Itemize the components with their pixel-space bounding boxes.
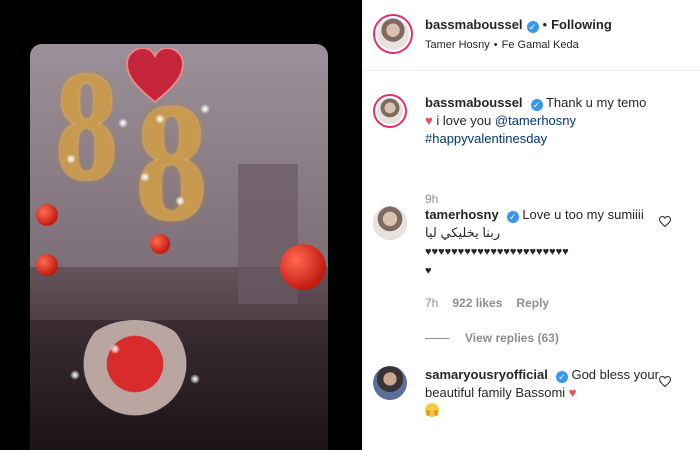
comment-text-part: Love u too my sumiiii [522,207,644,222]
post-media[interactable]: 8 8 [0,0,362,450]
comment-text-part: i love you [436,113,492,128]
commenter-avatar[interactable] [373,206,407,240]
verified-badge-icon: ✓ [526,21,539,33]
separator-dot: • [542,17,548,32]
heart-outline-icon[interactable] [659,216,671,227]
red-heart-emoji-icon: ♥ [425,113,433,128]
black-heart-emoji: ♥ [425,265,432,277]
comment-text: tamerhosny ✓ Love u too my sumiiii ربنا ي… [425,206,661,280]
sparkle [155,114,165,124]
sparkle [110,344,120,354]
author-avatar[interactable] [373,14,413,54]
hands-over-face-emoji-icon [425,403,439,417]
red-heart-emoji-icon: ♥ [568,385,577,400]
comment-text-part: Thank u my temo [545,95,647,110]
author-line: bassmaboussel ✓ • Following [425,17,612,33]
red-balloon-small [36,254,58,276]
black-hearts-emoji: ♥♥♥♥♥♥♥♥♥♥♥♥♥♥♥♥♥♥♥♥♥♥ [425,246,569,258]
red-balloon [280,244,326,290]
comment-time[interactable]: 7h [425,296,438,310]
heart-outline-icon[interactable] [659,376,671,387]
post-sidebar: bassmaboussel ✓ • Following Tamer Hosny • Fe … [362,0,700,450]
replies-divider [425,338,449,340]
sparkle [70,370,80,380]
sparkle [190,374,200,384]
gold-balloon-number-left: 8 [55,48,118,212]
comment-meta: 7h 922 likes Reply [425,296,563,310]
commenter-avatar[interactable] [373,366,407,400]
mention-link[interactable]: @tamerhosny [495,113,576,128]
comment-time[interactable]: 9h [425,192,438,206]
verified-badge-icon: ✓ [530,99,543,111]
comment-text: samaryousryofficial ✓ God bless your beau… [425,366,661,420]
hashtag-link[interactable]: #happyvalentinesday [425,131,547,146]
audio-track[interactable]: Fe Gamal Keda [502,39,579,51]
comments-list[interactable]: bassmaboussel ✓ Thank u my temo ♥ i love … [363,72,700,450]
verified-badge-icon: ✓ [555,371,568,383]
comment-meta: 9h [425,192,452,206]
red-heart-balloon [125,48,185,104]
comment-username[interactable]: bassmaboussel [425,95,523,110]
audio-line[interactable]: Tamer Hosny • Fe Gamal Keda [425,39,579,51]
audio-artist[interactable]: Tamer Hosny [425,39,490,51]
post-header: bassmaboussel ✓ • Following Tamer Hosny • Fe … [363,0,700,71]
separator-dot: • [493,39,498,51]
comment-username[interactable]: samaryousryofficial [425,367,548,382]
view-replies[interactable]: View replies (63) [425,331,559,345]
comment-likes[interactable]: 922 likes [452,296,502,310]
video-frame[interactable]: 8 8 [30,44,328,450]
sparkle [200,104,210,114]
red-balloon-small [36,204,58,226]
comment-text-arabic: ربنا يخليكي ليا [425,225,501,240]
sparkle [66,154,76,164]
red-balloon-small [150,234,170,254]
author-username[interactable]: bassmaboussel [425,17,523,32]
sparkle [140,172,150,182]
sparkle [175,196,185,206]
view-replies-label[interactable]: View replies (63) [465,331,559,345]
gold-balloon-number-right: 8 [135,78,209,254]
following-button[interactable]: Following [551,17,612,32]
verified-badge-icon: ✓ [506,211,519,223]
comment-username[interactable]: tamerhosny [425,207,499,222]
commenter-avatar[interactable] [373,94,407,128]
flower-arrangement [70,320,200,430]
sparkle [118,118,128,128]
reply-button[interactable]: Reply [516,296,549,310]
comment-text: bassmaboussel ✓ Thank u my temo ♥ i love … [425,94,661,148]
